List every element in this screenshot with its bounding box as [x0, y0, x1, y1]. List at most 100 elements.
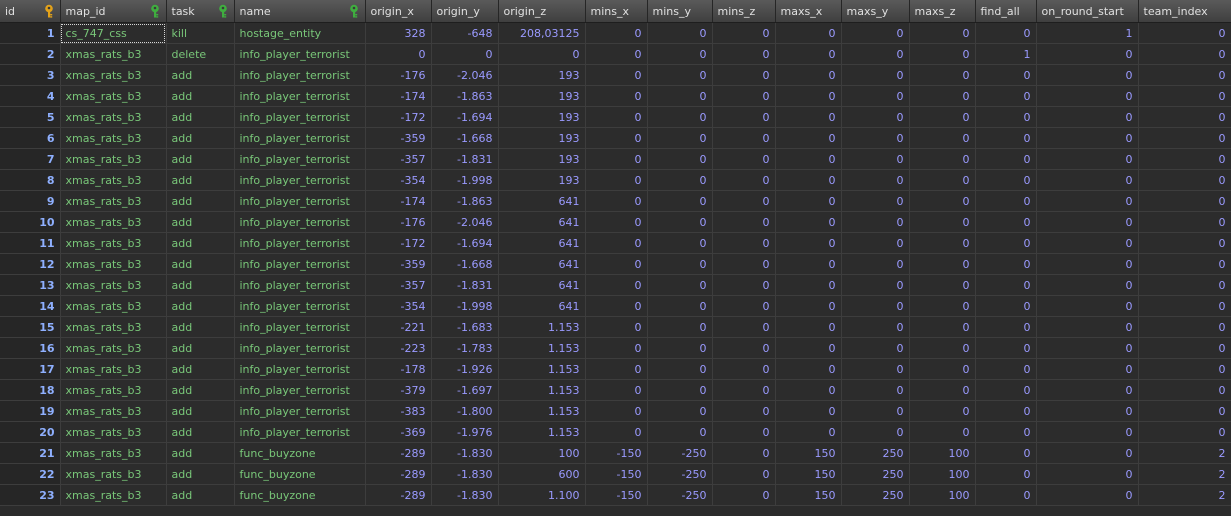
cell-on-round-start[interactable]: 0 — [1036, 295, 1139, 317]
table-row[interactable]: 14 xmas_rats_b3 add info_player_terrorist -3… — [0, 295, 1231, 317]
cell-origin-x[interactable]: 328 — [365, 22, 432, 44]
cell-mins-x[interactable]: -150 — [585, 484, 648, 506]
cell-on-round-start[interactable]: 0 — [1036, 379, 1139, 401]
column-header-team-index[interactable]: team_index — [1138, 0, 1231, 23]
cell-find-all[interactable]: 0 — [975, 274, 1037, 296]
cell-maxs-z[interactable]: 100 — [909, 442, 976, 464]
table-row[interactable]: 3 xmas_rats_b3 add info_player_terrorist -17… — [0, 64, 1231, 86]
cell-mins-x[interactable]: 0 — [585, 232, 648, 254]
cell-map-id[interactable]: xmas_rats_b3 — [60, 421, 167, 443]
cell-mins-z[interactable]: 0 — [712, 274, 776, 296]
table-row[interactable]: 19 xmas_rats_b3 add info_player_terrorist -3… — [0, 400, 1231, 422]
cell-maxs-x[interactable]: 0 — [775, 85, 842, 107]
cell-task[interactable]: delete — [166, 43, 235, 65]
cell-id[interactable]: 10 — [0, 211, 61, 233]
cell-on-round-start[interactable]: 0 — [1036, 358, 1139, 380]
cell-find-all[interactable]: 0 — [975, 295, 1037, 317]
cell-maxs-z[interactable]: 0 — [909, 421, 976, 443]
cell-maxs-y[interactable]: 0 — [841, 379, 910, 401]
cell-origin-y[interactable]: -1.668 — [431, 253, 499, 275]
cell-maxs-y[interactable]: 0 — [841, 43, 910, 65]
cell-name[interactable]: info_player_terrorist — [234, 64, 366, 86]
cell-name[interactable]: info_player_terrorist — [234, 127, 366, 149]
cell-mins-z[interactable]: 0 — [712, 169, 776, 191]
cell-map-id[interactable]: xmas_rats_b3 — [60, 274, 167, 296]
cell-maxs-y[interactable]: 0 — [841, 316, 910, 338]
column-header-origin-z[interactable]: origin_z — [498, 0, 586, 23]
cell-origin-x[interactable]: -176 — [365, 211, 432, 233]
cell-origin-x[interactable]: -289 — [365, 442, 432, 464]
cell-name[interactable]: info_player_terrorist — [234, 148, 366, 170]
column-header-name[interactable]: name — [234, 0, 366, 23]
cell-maxs-x[interactable]: 0 — [775, 232, 842, 254]
cell-id[interactable]: 6 — [0, 127, 61, 149]
cell-origin-y[interactable]: -1.863 — [431, 190, 499, 212]
cell-id[interactable]: 3 — [0, 64, 61, 86]
cell-on-round-start[interactable]: 0 — [1036, 43, 1139, 65]
cell-maxs-x[interactable]: 0 — [775, 316, 842, 338]
cell-task[interactable]: add — [166, 253, 235, 275]
column-header-id[interactable]: id — [0, 0, 61, 23]
cell-maxs-x[interactable]: 0 — [775, 421, 842, 443]
cell-task[interactable]: add — [166, 211, 235, 233]
cell-team-index[interactable]: 0 — [1138, 295, 1231, 317]
cell-task[interactable]: add — [166, 442, 235, 464]
cell-task[interactable]: kill — [166, 22, 235, 44]
cell-origin-z[interactable]: 1.153 — [498, 358, 586, 380]
cell-name[interactable]: func_buyzone — [234, 463, 366, 485]
cell-maxs-x[interactable]: 150 — [775, 463, 842, 485]
cell-task[interactable]: add — [166, 127, 235, 149]
cell-origin-x[interactable]: 0 — [365, 43, 432, 65]
cell-on-round-start[interactable]: 0 — [1036, 484, 1139, 506]
cell-task[interactable]: add — [166, 232, 235, 254]
cell-maxs-z[interactable]: 0 — [909, 211, 976, 233]
column-header-map-id[interactable]: map_id — [60, 0, 167, 23]
cell-team-index[interactable]: 0 — [1138, 190, 1231, 212]
table-row[interactable]: 4 xmas_rats_b3 add info_player_terrorist -17… — [0, 85, 1231, 107]
cell-name[interactable]: info_player_terrorist — [234, 43, 366, 65]
table-row[interactable]: 10 xmas_rats_b3 add info_player_terrorist -1… — [0, 211, 1231, 233]
cell-find-all[interactable]: 0 — [975, 442, 1037, 464]
cell-mins-x[interactable]: -150 — [585, 463, 648, 485]
cell-mins-z[interactable]: 0 — [712, 316, 776, 338]
cell-maxs-y[interactable]: 250 — [841, 484, 910, 506]
cell-id[interactable]: 8 — [0, 169, 61, 191]
cell-maxs-x[interactable]: 0 — [775, 379, 842, 401]
table-row[interactable]: 9 xmas_rats_b3 add info_player_terrorist -17… — [0, 190, 1231, 212]
cell-id[interactable]: 20 — [0, 421, 61, 443]
cell-maxs-z[interactable]: 0 — [909, 148, 976, 170]
cell-team-index[interactable]: 0 — [1138, 106, 1231, 128]
cell-origin-y[interactable]: -1.783 — [431, 337, 499, 359]
cell-find-all[interactable]: 0 — [975, 232, 1037, 254]
cell-mins-y[interactable]: 0 — [647, 85, 713, 107]
cell-origin-z[interactable]: 193 — [498, 148, 586, 170]
cell-maxs-y[interactable]: 0 — [841, 85, 910, 107]
cell-maxs-y[interactable]: 0 — [841, 106, 910, 128]
column-header-origin-x[interactable]: origin_x — [365, 0, 432, 23]
cell-origin-x[interactable]: -223 — [365, 337, 432, 359]
cell-mins-y[interactable]: 0 — [647, 253, 713, 275]
cell-maxs-z[interactable]: 0 — [909, 232, 976, 254]
cell-origin-x[interactable]: -359 — [365, 253, 432, 275]
cell-find-all[interactable]: 0 — [975, 169, 1037, 191]
cell-mins-x[interactable]: 0 — [585, 379, 648, 401]
cell-maxs-y[interactable]: 0 — [841, 232, 910, 254]
column-header-task[interactable]: task — [166, 0, 235, 23]
cell-task[interactable]: add — [166, 64, 235, 86]
cell-id[interactable]: 15 — [0, 316, 61, 338]
cell-origin-x[interactable]: -357 — [365, 274, 432, 296]
table-row[interactable]: 21 xmas_rats_b3 add func_buyzone -289 -1.830 1… — [0, 442, 1231, 464]
cell-task[interactable]: add — [166, 337, 235, 359]
cell-mins-z[interactable]: 0 — [712, 421, 776, 443]
cell-task[interactable]: add — [166, 484, 235, 506]
cell-name[interactable]: info_player_terrorist — [234, 274, 366, 296]
cell-on-round-start[interactable]: 0 — [1036, 442, 1139, 464]
cell-on-round-start[interactable]: 1 — [1036, 22, 1139, 44]
cell-maxs-x[interactable]: 0 — [775, 106, 842, 128]
cell-maxs-z[interactable]: 0 — [909, 253, 976, 275]
cell-find-all[interactable]: 1 — [975, 43, 1037, 65]
cell-mins-y[interactable]: 0 — [647, 295, 713, 317]
cell-maxs-x[interactable]: 0 — [775, 127, 842, 149]
cell-task[interactable]: add — [166, 85, 235, 107]
table-row[interactable]: 16 xmas_rats_b3 add info_player_terrorist -2… — [0, 337, 1231, 359]
